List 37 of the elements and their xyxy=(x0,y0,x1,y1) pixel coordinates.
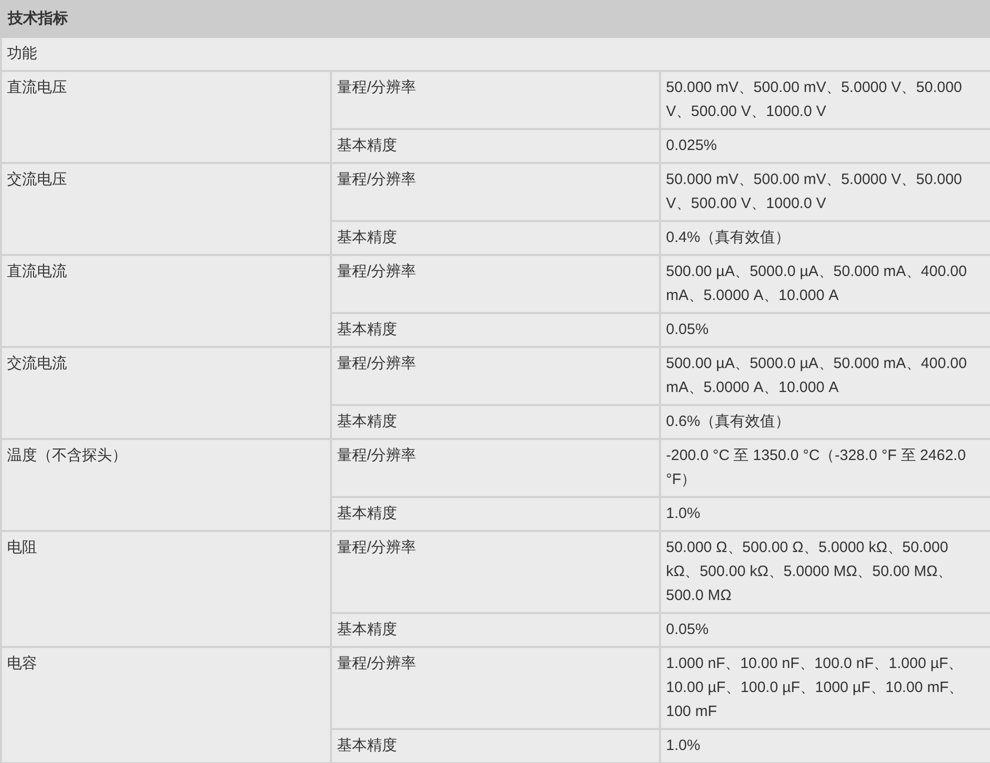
table-cell: 量程/分辨率 xyxy=(331,71,660,129)
table-cell: -200.0 °C 至 1350.0 °C（-328.0 °F 至 2462.0 °F） xyxy=(660,439,990,497)
table-cell: 量程/分辨率 xyxy=(331,163,660,221)
table-cell: 500.00 µA、5000.0 µA、50.000 mA、400.00 mA、5.0000 A、10.000 A xyxy=(660,255,990,313)
table-cell: 基本精度 xyxy=(331,221,660,255)
table-cell: 基本精度 xyxy=(331,613,660,647)
table-cell: 交流电流 xyxy=(1,347,331,439)
table-cell: 50.000 mV、500.00 mV、5.0000 V、50.000 V、500.00 V、1000.0 V xyxy=(660,163,990,221)
table-cell: 基本精度 xyxy=(331,729,660,763)
table-cell: 交流电压 xyxy=(1,163,331,255)
table-cell: 0.05% xyxy=(660,613,990,647)
table-cell: 基本精度 xyxy=(331,313,660,347)
table-cell: 50.000 mV、500.00 mV、5.0000 V、50.000 V、500.00 V、1000.0 V xyxy=(660,71,990,129)
table-cell: 温度（不含探头） xyxy=(1,439,331,531)
table-cell: 0.6%（真有效值） xyxy=(660,405,990,439)
table-cell: 直流电流 xyxy=(1,255,331,347)
table-cell: 0.4%（真有效值） xyxy=(660,221,990,255)
table-cell: 1.0% xyxy=(660,497,990,531)
table-cell: 直流电压 xyxy=(1,71,331,163)
table-cell: 1.0% xyxy=(660,729,990,763)
table-cell: 量程/分辨率 xyxy=(331,255,660,313)
table-cell: 0.05% xyxy=(660,313,990,347)
table-cell: 0.025% xyxy=(660,129,990,163)
table-cell: 500.00 µA、5000.0 µA、50.000 mA、400.00 mA、5.0000 A、10.000 A xyxy=(660,347,990,405)
table-cell: 电阻 xyxy=(1,531,331,647)
table-cell: 量程/分辨率 xyxy=(331,347,660,405)
table-cell: 量程/分辨率 xyxy=(331,647,660,729)
table-cell: 量程/分辨率 xyxy=(331,439,660,497)
table-cell: 50.000 Ω、500.00 Ω、5.0000 kΩ、50.000 kΩ、500.00 kΩ、5.0000 MΩ、50.00 MΩ、500.0 MΩ xyxy=(660,531,990,613)
section-heading: 功能 xyxy=(1,37,990,71)
table-cell: 量程/分辨率 xyxy=(331,531,660,613)
table-cell: 基本精度 xyxy=(331,129,660,163)
table-cell: 1.000 nF、10.00 nF、100.0 nF、1.000 µF、10.00 µF、100.0 µF、1000 µF、10.00 mF、100 mF xyxy=(660,647,990,729)
table-title: 技术指标 xyxy=(1,1,990,37)
table-cell: 基本精度 xyxy=(331,405,660,439)
table-cell: 基本精度 xyxy=(331,497,660,531)
table-cell: 电容 xyxy=(1,647,331,763)
